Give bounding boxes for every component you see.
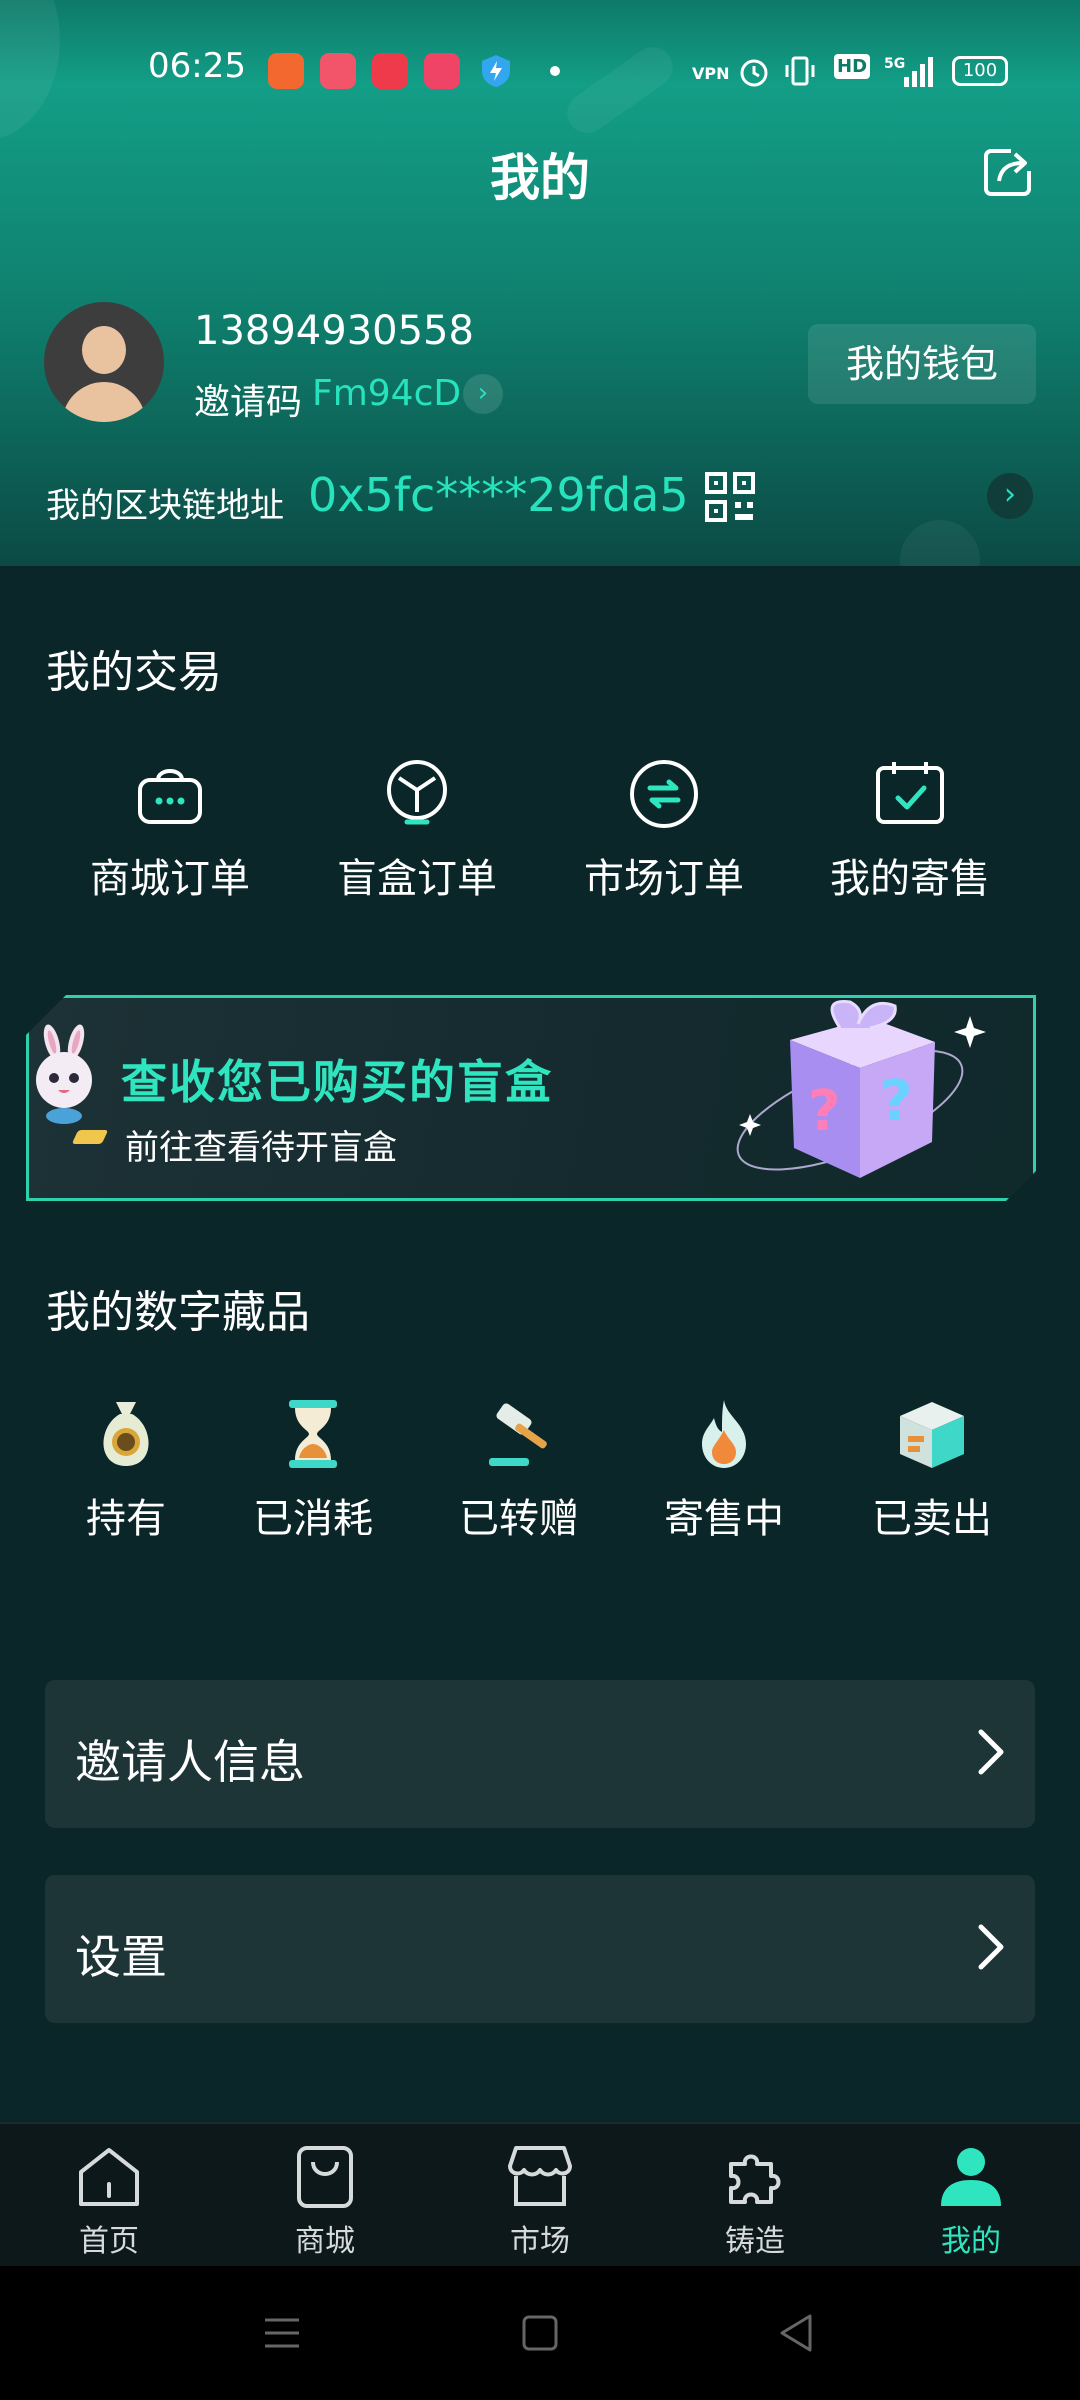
nav-shop[interactable]: 商城 — [225, 2142, 425, 2260]
exchange-icon — [630, 760, 698, 828]
trade-label: 盲盒订单 — [337, 856, 497, 902]
collection-label: 已卖出 — [872, 1496, 992, 1542]
video-notification-icon — [372, 53, 408, 89]
shield-notification-icon — [482, 55, 510, 87]
collections-section-title: 我的数字藏品 — [46, 1287, 310, 1338]
collection-label: 已消耗 — [253, 1496, 373, 1542]
header-decoration — [900, 520, 980, 566]
home-button-icon[interactable] — [515, 2308, 565, 2358]
chevron-right-icon — [978, 1924, 1004, 1970]
profile-header: 06:25 VPN HD 5G 100 我的 13894930558 邀请码 F… — [0, 0, 1080, 566]
signal-bars-icon — [904, 57, 933, 87]
nav-mint[interactable]: 铸造 — [655, 2142, 855, 2260]
collection-label: 持有 — [86, 1496, 166, 1542]
trade-market-orders[interactable]: 市场订单 — [564, 756, 764, 904]
trade-label: 商城订单 — [90, 856, 250, 902]
store-icon — [508, 2146, 572, 2206]
user-phone: 13894930558 — [194, 308, 474, 354]
collection-gifted[interactable]: 已转赠 — [419, 1396, 619, 1544]
app-notification-icon — [320, 53, 356, 89]
vibrate-icon — [785, 56, 815, 86]
trade-shop-orders[interactable]: 商城订单 — [70, 756, 270, 904]
inviter-info-label: 邀请人信息 — [75, 1735, 305, 1789]
app-notification-icon — [268, 53, 304, 89]
hourglass-icon — [289, 1400, 337, 1468]
money-bag-icon — [103, 1402, 149, 1466]
svg-text:?: ? — [880, 1069, 912, 1134]
collection-label: 已转赠 — [459, 1496, 579, 1542]
alarm-icon — [740, 59, 768, 87]
calendar-check-icon — [876, 762, 944, 824]
svg-text:?: ? — [808, 1079, 840, 1144]
nav-label: 首页 — [79, 2224, 139, 2259]
nav-home[interactable]: 首页 — [9, 2142, 209, 2260]
user-icon — [941, 2148, 1001, 2206]
invite-code-value[interactable]: Fm94cD — [312, 373, 461, 414]
inviter-info-row[interactable]: 邀请人信息 — [45, 1680, 1035, 1828]
hd-icon: HD — [834, 54, 871, 79]
system-navigation-bar — [0, 2266, 1080, 2400]
qr-code-icon[interactable] — [705, 472, 755, 522]
chain-address-value[interactable]: 0x5fc****29fda5 — [308, 468, 689, 522]
bottom-navigation: 首页 商城 市场 铸造 我的 — [0, 2122, 1080, 2266]
invite-chevron-icon[interactable]: › — [463, 374, 503, 414]
avatar-body — [62, 382, 146, 422]
dot-icon — [550, 66, 560, 76]
battery-icon: 100 — [952, 56, 1008, 86]
status-bar: 06:25 VPN HD 5G 100 — [0, 0, 1080, 106]
banner-title: 查收您已购买的盲盒 — [121, 1055, 553, 1109]
collection-sold[interactable]: 已卖出 — [832, 1396, 1032, 1544]
play-notification-icon — [424, 53, 460, 89]
puzzle-icon — [729, 2154, 781, 2204]
trade-label: 我的寄售 — [830, 856, 990, 902]
nav-label: 铸造 — [725, 2224, 785, 2259]
pointer-icon — [72, 1130, 109, 1144]
share-icon[interactable] — [981, 145, 1035, 199]
avatar-head — [82, 326, 126, 374]
status-time: 06:25 — [148, 46, 246, 86]
collection-consumed[interactable]: 已消耗 — [213, 1396, 413, 1544]
collection-label: 寄售中 — [664, 1496, 784, 1542]
settings-row[interactable]: 设置 — [45, 1875, 1035, 2023]
nav-label: 商城 — [295, 2224, 355, 2259]
trades-section-title: 我的交易 — [46, 647, 222, 698]
fire-icon — [702, 1400, 746, 1468]
settings-label: 设置 — [75, 1930, 167, 1984]
trade-blindbox-orders[interactable]: 盲盒订单 — [317, 756, 517, 904]
nav-market[interactable]: 市场 — [440, 2142, 640, 2260]
trade-my-consignment[interactable]: 我的寄售 — [810, 756, 1010, 904]
menu-icon[interactable] — [257, 2308, 307, 2358]
vpn-icon: VPN — [692, 64, 730, 83]
banner-subtitle: 前往查看待开盲盒 — [125, 1128, 397, 1168]
gift-box-icon: ? ? — [736, 1000, 986, 1178]
collection-holding[interactable]: 持有 — [26, 1396, 226, 1544]
nav-label: 市场 — [510, 2224, 570, 2259]
chain-chevron-icon[interactable]: › — [987, 473, 1033, 519]
gavel-icon — [489, 1403, 547, 1466]
box-icon — [900, 1402, 964, 1468]
shopping-bag-icon — [138, 769, 202, 824]
trade-label: 市场订单 — [584, 856, 744, 902]
invite-code-label: 邀请码 — [194, 382, 303, 423]
nav-mine[interactable]: 我的 — [871, 2142, 1071, 2260]
nav-label: 我的 — [941, 2224, 1001, 2259]
home-icon — [79, 2148, 139, 2206]
collection-on-consignment[interactable]: 寄售中 — [624, 1396, 824, 1544]
chevron-right-icon — [978, 1729, 1004, 1775]
avatar[interactable] — [44, 302, 164, 422]
bag-icon — [297, 2146, 353, 2208]
chain-address-label: 我的区块链地址 — [46, 486, 284, 526]
blind-box-icon — [387, 760, 447, 825]
page-title: 我的 — [490, 149, 590, 207]
rabbit-mascot-icon — [36, 1024, 92, 1124]
my-wallet-button[interactable]: 我的钱包 — [808, 324, 1036, 404]
back-icon[interactable] — [772, 2308, 822, 2358]
